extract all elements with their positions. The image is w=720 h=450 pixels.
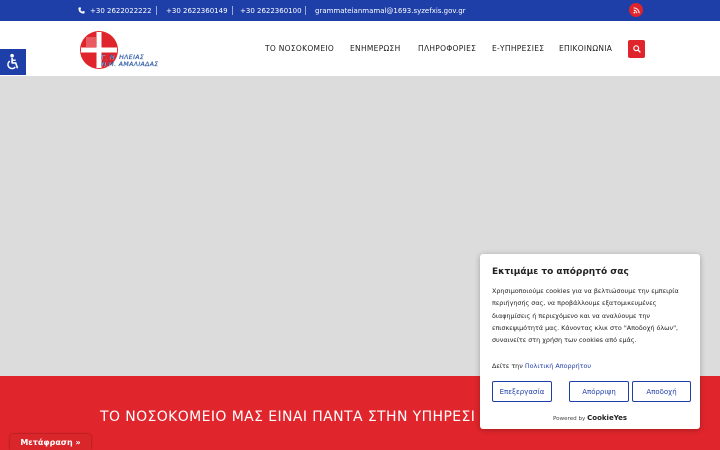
rss-button[interactable] xyxy=(629,3,643,17)
phone-icon xyxy=(78,7,85,14)
divider xyxy=(305,6,306,15)
cookie-policy-prefix: Δείτε την xyxy=(492,362,523,370)
powered-by: Powered by CookieYes xyxy=(480,414,700,422)
nav-information[interactable]: ΠΛΗΡΟΦΟΡΙΕΣ xyxy=(418,44,476,53)
divider xyxy=(232,6,233,15)
nav-news[interactable]: ΕΝΗΜΕΡΩΣΗ xyxy=(350,44,401,53)
translate-button[interactable]: Μετάφραση » xyxy=(10,434,91,450)
phone-number-1: +30 2622022222 xyxy=(90,6,152,15)
phone-number-3: +30 2622360100 xyxy=(240,6,302,15)
nav-contact[interactable]: ΕΠΙΚΟΙΝΩΝΙΑ xyxy=(559,44,612,53)
search-icon xyxy=(632,45,641,53)
phone-contact-3[interactable]: +30 2622360100 xyxy=(240,0,302,21)
phone-number-2: +30 2622360149 xyxy=(166,6,228,15)
customize-button[interactable]: Επεξεργασία xyxy=(492,381,552,402)
email-address: grammateianmamal@1693.syzefxis.gov.gr xyxy=(315,6,466,15)
nav-hospital[interactable]: ΤΟ ΝΟΣΟΚΟΜΕΙΟ xyxy=(265,44,334,53)
cookie-title: Εκτιμάμε το απόρρητό σας xyxy=(492,267,629,277)
privacy-policy-link[interactable]: Πολιτική Απορρήτου xyxy=(525,362,591,370)
nav-e-services[interactable]: Ε-ΥΠΗΡΕΣΙΕΣ xyxy=(492,44,544,53)
accept-button[interactable]: Αποδοχή xyxy=(632,381,691,402)
mission-banner-text: ΤΟ ΝΟΣΟΚΟΜΕΙΟ ΜΑΣ ΕΙΝΑΙ ΠΑΝΤΑ ΣΤΗΝ ΥΠΗΡΕ… xyxy=(100,409,476,425)
phone-contact-2[interactable]: +30 2622360149 xyxy=(166,0,228,21)
logo-line-1: Γ. Ν. ΗΛΕΙΑΣ xyxy=(101,54,144,61)
rss-icon xyxy=(632,6,640,14)
phone-contact-1[interactable]: +30 2622022222 xyxy=(78,0,152,21)
reject-button[interactable]: Απόρριψη xyxy=(569,381,629,402)
email-contact[interactable]: grammateianmamal@1693.syzefxis.gov.gr xyxy=(315,0,466,21)
cookie-consent-dialog: Εκτιμάμε το απόρρητό σας Χρησιμοποιούμε … xyxy=(480,254,700,429)
powered-by-text: Powered by xyxy=(552,416,586,422)
top-contact-bar: +30 2622022222 +30 2622360149 +30 262236… xyxy=(0,0,720,21)
accessibility-icon xyxy=(7,53,19,70)
cookieyes-brand: CookieYes xyxy=(587,414,628,422)
accessibility-button[interactable] xyxy=(0,49,26,75)
cookie-description: Χρησιμοποιούμε cookies για να βελτιώσουμ… xyxy=(492,287,679,345)
cookie-policy-line: Δείτε την Πολιτική Απορρήτου xyxy=(492,362,591,370)
search-button[interactable] xyxy=(628,40,645,58)
logo-line-2: Ν.Μ. ΑΜΑΛΙΑΔΑΣ xyxy=(101,61,159,68)
divider xyxy=(156,6,157,15)
hospital-logo[interactable] xyxy=(79,31,121,75)
